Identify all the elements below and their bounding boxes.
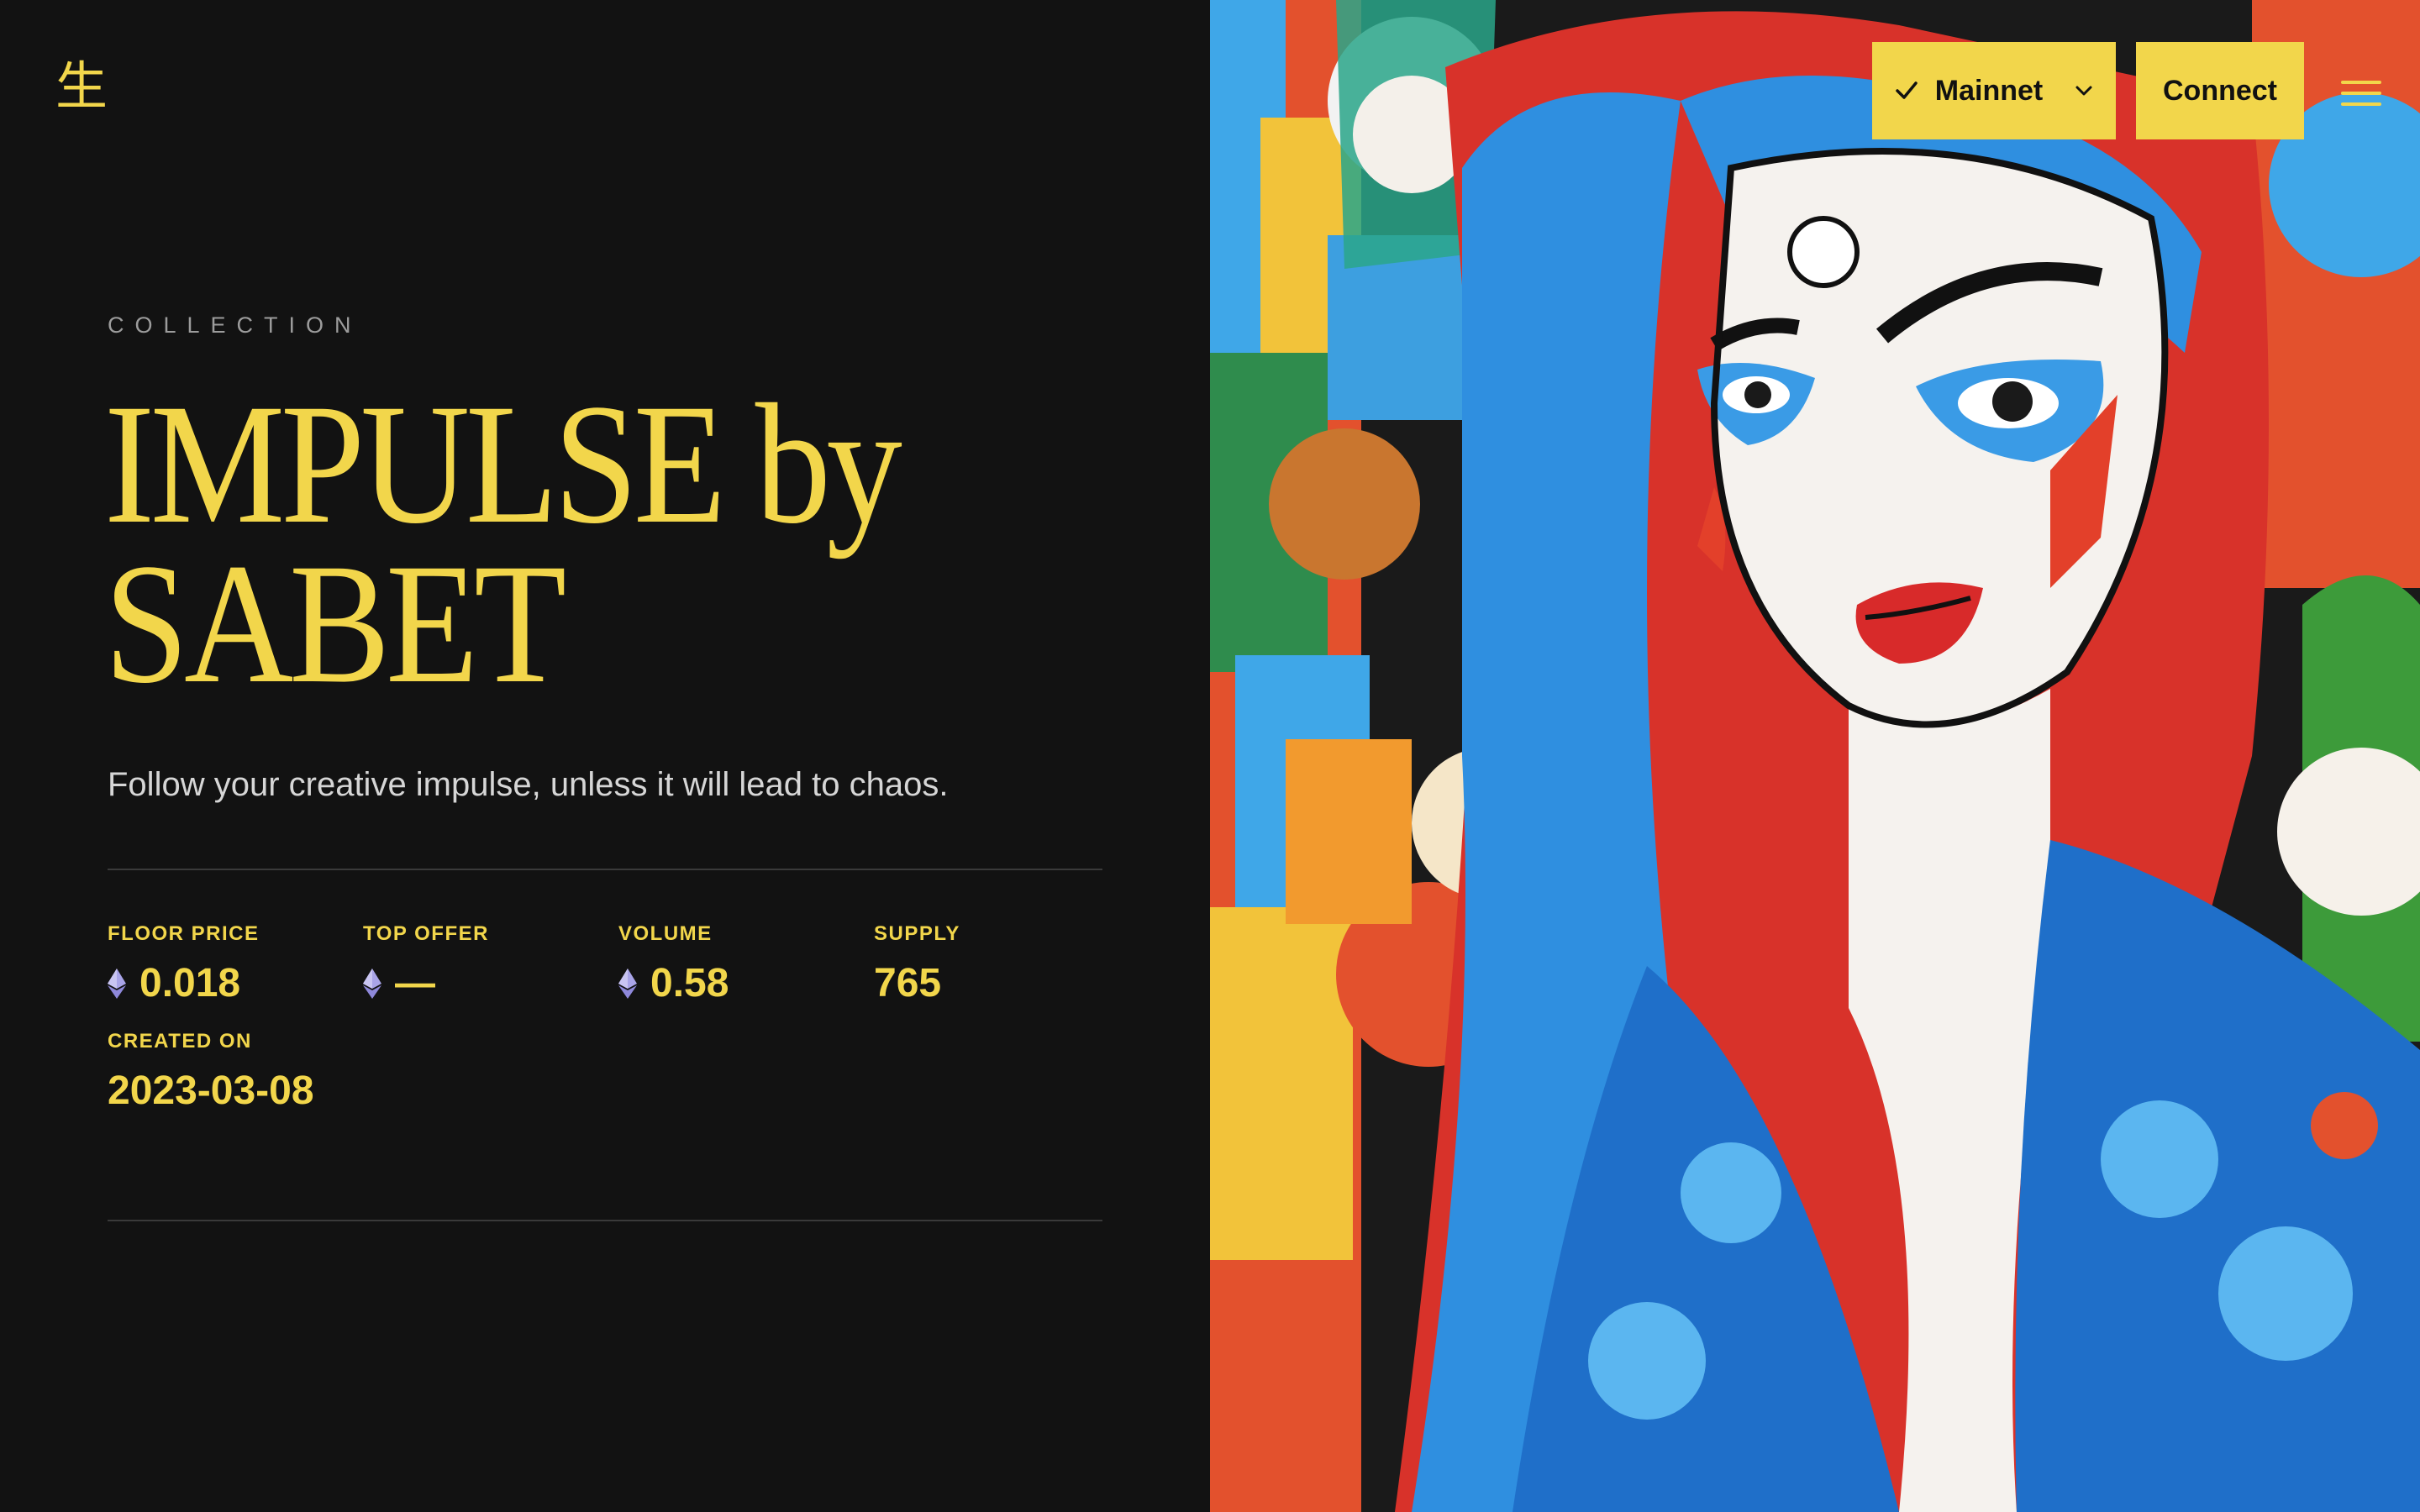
stat-label: CREATED ON — [108, 1030, 252, 1053]
ethereum-icon — [618, 969, 637, 999]
logo[interactable]: 生 — [55, 60, 108, 113]
ethereum-icon — [363, 969, 381, 999]
stat-label: SUPPLY — [874, 922, 960, 945]
collection-panel: 生 COLLECTION IMPULSE by SABET Follow you… — [0, 0, 1210, 1512]
stat-top-offer: TOP OFFER — — [363, 922, 615, 1010]
floor-price-value: 0.018 — [139, 961, 241, 1005]
stat-label: FLOOR PRICE — [108, 922, 260, 945]
top-offer-value: — — [395, 961, 435, 1005]
menu-bar — [2341, 102, 2381, 106]
stat-value-row: — — [363, 958, 615, 1010]
section-eyebrow: COLLECTION — [108, 312, 362, 338]
collection-title: IMPULSE by SABET — [104, 378, 992, 710]
created-on-value: 2023-03-08 — [108, 1068, 314, 1113]
menu-bar — [2341, 81, 2381, 84]
menu-bar — [2341, 92, 2381, 95]
collection-artwork — [1210, 0, 2420, 1512]
header-actions: Mainnet Connect — [1872, 42, 2304, 139]
checkmark-icon — [1896, 81, 1918, 99]
stat-created-on: CREATED ON 2023-03-08 — [108, 1030, 360, 1117]
stat-label: TOP OFFER — [363, 922, 489, 945]
stat-value-row: 0.58 — [618, 958, 871, 1010]
stat-volume: VOLUME 0.58 — [618, 922, 871, 1010]
network-label: Mainnet — [1934, 74, 2044, 107]
hamburger-menu-icon[interactable] — [2341, 81, 2381, 106]
divider-bottom — [108, 1220, 1102, 1221]
artwork-illustration — [1210, 0, 2420, 1512]
collection-title-line2: SABET — [104, 528, 566, 719]
collection-tagline: Follow your creative impulse, unless it … — [108, 766, 949, 803]
stat-label: VOLUME — [618, 922, 713, 945]
chevron-down-icon — [2075, 86, 2092, 96]
ethereum-icon — [108, 969, 126, 999]
supply-value: 765 — [874, 961, 942, 1005]
connect-wallet-button[interactable]: Connect — [2136, 42, 2304, 139]
network-select-button[interactable]: Mainnet — [1872, 42, 2116, 139]
stat-value-row: 0.018 — [108, 958, 360, 1010]
stat-supply: SUPPLY 765 — [874, 922, 1126, 1010]
stat-value-row: 765 — [874, 958, 1126, 1010]
divider-top — [108, 869, 1102, 870]
stat-floor-price: FLOOR PRICE 0.018 — [108, 922, 360, 1010]
volume-value: 0.58 — [650, 961, 729, 1005]
